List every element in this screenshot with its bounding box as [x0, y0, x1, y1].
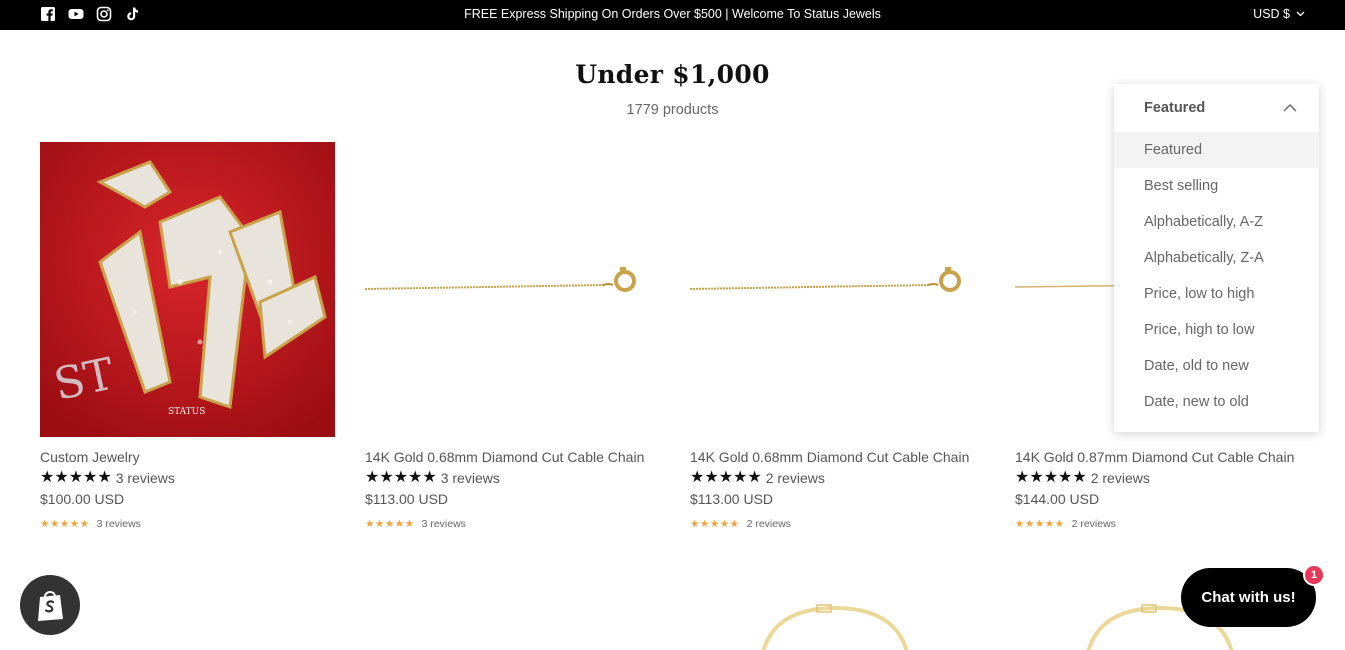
review-count[interactable]: 2 reviews — [1091, 470, 1150, 486]
sort-option-alpha-za[interactable]: Alphabetically, Z-A — [1114, 240, 1319, 276]
product-price: $144.00 USD — [1015, 491, 1100, 507]
review-count[interactable]: 2 reviews — [766, 470, 825, 486]
chat-button[interactable]: Chat with us! — [1181, 568, 1316, 627]
product-rating: ★★★★★ 2 reviews — [1015, 469, 1310, 487]
product-image-bracelet[interactable] — [755, 600, 915, 650]
rating-stars: ★★★★★ — [40, 469, 112, 486]
review-count[interactable]: 3 reviews — [116, 470, 175, 486]
rating-stars: ★★★★★ — [365, 469, 437, 486]
svg-text:STATUS: STATUS — [168, 407, 205, 417]
sort-toggle[interactable]: Featured — [1114, 84, 1319, 132]
chat-unread-badge: 1 — [1303, 564, 1325, 586]
product-title[interactable]: 14K Gold 0.87mm Diamond Cut Cable Chain — [1015, 449, 1310, 465]
rating-stars: ★★★★★ — [1015, 469, 1087, 486]
product-image-cable-chain[interactable] — [690, 142, 985, 437]
product-rating: ★★★★★ 2 reviews — [690, 469, 985, 487]
product-card: ST STATUS Custom Jewelry ★★★★★ 3 reviews… — [40, 142, 335, 530]
product-card: 14K Gold 0.68mm Diamond Cut Cable Chain … — [690, 142, 985, 530]
chevron-up-icon — [1283, 104, 1297, 112]
sort-option-featured[interactable]: Featured — [1114, 132, 1319, 168]
review-widget-count: 2 reviews — [746, 518, 791, 530]
sort-option-alpha-az[interactable]: Alphabetically, A-Z — [1114, 204, 1319, 240]
sort-option-date-new-old[interactable]: Date, new to old — [1114, 384, 1319, 420]
review-widget-count: 3 reviews — [96, 518, 141, 530]
sort-option-date-old-new[interactable]: Date, old to new — [1114, 348, 1319, 384]
product-rating: ★★★★★ 3 reviews — [365, 469, 660, 487]
review-widget[interactable]: ★★★★★ 2 reviews — [690, 518, 985, 530]
product-image-cable-chain[interactable] — [365, 142, 660, 437]
product-price: $113.00 USD — [365, 491, 449, 507]
announcement-bar: FREE Express Shipping On Orders Over $50… — [0, 0, 1345, 30]
review-count[interactable]: 3 reviews — [441, 470, 500, 486]
product-price: $113.00 USD — [690, 491, 774, 507]
sort-option-best-selling[interactable]: Best selling — [1114, 168, 1319, 204]
review-stars: ★★★★★ — [690, 518, 740, 530]
product-title[interactable]: 14K Gold 0.68mm Diamond Cut Cable Chain — [365, 449, 660, 465]
review-widget[interactable]: ★★★★★ 3 reviews — [40, 518, 335, 530]
sort-option-price-low-high[interactable]: Price, low to high — [1114, 276, 1319, 312]
sort-option-price-high-low[interactable]: Price, high to low — [1114, 312, 1319, 348]
product-title[interactable]: Custom Jewelry — [40, 449, 335, 465]
rating-stars: ★★★★★ — [690, 469, 762, 486]
product-rating: ★★★★★ 3 reviews — [40, 469, 335, 487]
product-title[interactable]: 14K Gold 0.68mm Diamond Cut Cable Chain — [690, 449, 985, 465]
currency-selector[interactable]: USD $ — [1253, 7, 1305, 21]
sort-dropdown: Featured Featured Best selling Alphabeti… — [1114, 84, 1319, 432]
currency-label: USD $ — [1253, 7, 1290, 21]
shopify-bag-icon — [38, 591, 63, 621]
product-price: $100.00 USD — [40, 491, 125, 507]
review-stars: ★★★★★ — [40, 518, 90, 530]
review-stars: ★★★★★ — [365, 518, 415, 530]
product-image-custom-jewelry[interactable]: ST STATUS — [40, 142, 335, 437]
shopify-badge[interactable] — [20, 575, 80, 635]
chevron-down-icon — [1296, 11, 1305, 17]
review-widget[interactable]: ★★★★★ 2 reviews — [1015, 518, 1310, 530]
product-card: 14K Gold 0.68mm Diamond Cut Cable Chain … — [365, 142, 660, 530]
review-stars: ★★★★★ — [1015, 518, 1065, 530]
review-widget-count: 2 reviews — [1071, 518, 1116, 530]
review-widget-count: 3 reviews — [421, 518, 466, 530]
review-widget[interactable]: ★★★★★ 3 reviews — [365, 518, 660, 530]
announcement-text: FREE Express Shipping On Orders Over $50… — [464, 7, 881, 21]
sort-selected-label: Featured — [1144, 100, 1206, 116]
